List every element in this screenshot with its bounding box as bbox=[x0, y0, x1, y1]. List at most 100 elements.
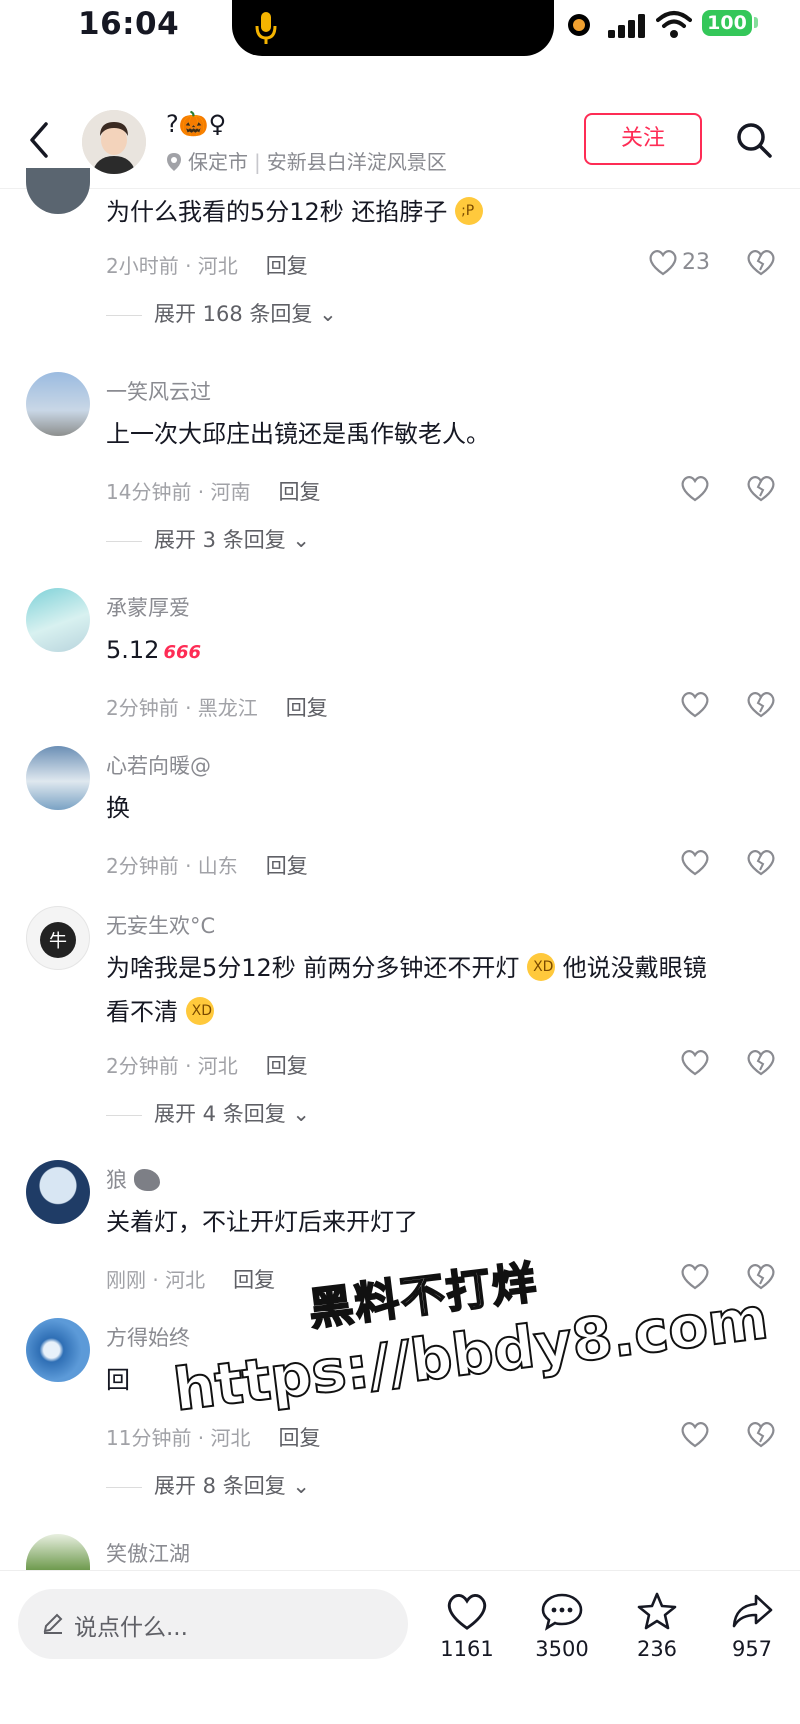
comment-meta: 11分钟前 · 河北 回复 bbox=[106, 1422, 321, 1452]
chevron-down-icon: ⌄ bbox=[292, 528, 311, 552]
reply-button[interactable]: 回复 bbox=[266, 854, 308, 878]
winking-tongue-emoji-icon: ;P bbox=[455, 197, 484, 225]
comment-username[interactable]: 一笑风云过 bbox=[106, 376, 211, 406]
666-badge: 666 bbox=[163, 642, 202, 663]
avatar-illustration bbox=[82, 110, 146, 174]
profile-header: ?🎃♀ 保定市 | 安新县白洋淀风景区 关注 bbox=[0, 98, 800, 190]
heart-outline-icon[interactable] bbox=[680, 848, 710, 876]
comment-text: 为什么我看的5分12秒 还掐脖子 ;P bbox=[106, 190, 770, 234]
ink-ox-avatar-icon: 牛 bbox=[40, 922, 76, 958]
heart-outline-icon[interactable] bbox=[680, 1048, 710, 1076]
comment-time: 11分钟前 · 河北 bbox=[106, 1426, 251, 1450]
profile-name: ?🎃♀ bbox=[166, 110, 227, 138]
location-pin-icon bbox=[167, 153, 181, 171]
pencil-icon bbox=[43, 1613, 63, 1634]
comment-text: 上一次大邱庄出镜还是禹作敏老人。 bbox=[106, 420, 490, 448]
share-count: 957 bbox=[731, 1637, 773, 1661]
share-button[interactable]: 957 bbox=[712, 1591, 792, 1661]
comment-meta: 2分钟前 · 黑龙江 回复 bbox=[106, 692, 328, 722]
heart-outline-icon bbox=[649, 250, 677, 276]
favorite-button[interactable]: 236 bbox=[617, 1591, 697, 1661]
comment-like-button[interactable]: 23 bbox=[648, 248, 710, 276]
cellular-signal-icon bbox=[608, 14, 645, 38]
reply-button[interactable]: 回复 bbox=[279, 1426, 321, 1450]
comment-username[interactable]: 笑傲江湖 bbox=[106, 1538, 190, 1568]
broken-heart-icon[interactable] bbox=[746, 1048, 776, 1076]
comment-avatar[interactable] bbox=[26, 746, 90, 810]
header-divider bbox=[0, 188, 800, 189]
like-button[interactable]: 1161 bbox=[427, 1591, 507, 1661]
reply-button[interactable]: 回复 bbox=[233, 1268, 275, 1292]
comment-text: 5.12 666 bbox=[106, 636, 202, 664]
expand-replies-button[interactable]: 展开 3 条回复 ⌄ bbox=[106, 524, 310, 554]
comment-input[interactable]: 说点什么... bbox=[18, 1589, 408, 1659]
broken-heart-icon[interactable] bbox=[746, 690, 776, 718]
comment-username[interactable]: 心若向暖@ bbox=[106, 750, 211, 780]
chevron-down-icon: ⌄ bbox=[292, 1102, 311, 1126]
comment-avatar[interactable] bbox=[26, 1318, 90, 1382]
follow-button[interactable]: 关注 bbox=[584, 113, 702, 165]
expand-replies-button[interactable]: 展开 8 条回复 ⌄ bbox=[106, 1470, 310, 1500]
comment-avatar[interactable] bbox=[26, 1534, 90, 1570]
comment-username[interactable]: 无妄生欢°C bbox=[106, 910, 215, 940]
comment-time: 2分钟前 · 山东 bbox=[106, 854, 238, 878]
comment-username[interactable]: 方得始终 bbox=[106, 1322, 190, 1352]
comment-meta: 刚刚 · 河北 回复 bbox=[106, 1264, 275, 1294]
comment-avatar[interactable] bbox=[26, 372, 90, 436]
back-arrow-icon[interactable] bbox=[26, 120, 52, 160]
battery-tip bbox=[754, 17, 758, 28]
svg-text:牛: 牛 bbox=[49, 931, 67, 952]
like-count: 1161 bbox=[440, 1637, 494, 1661]
share-arrow-icon bbox=[732, 1594, 773, 1628]
star-outline-icon bbox=[637, 1592, 677, 1630]
expand-replies-button[interactable]: 展开 168 条回复 ⌄ bbox=[106, 298, 337, 328]
comment-time: 刚刚 · 河北 bbox=[106, 1268, 206, 1292]
comment-username[interactable]: 狼 bbox=[106, 1164, 160, 1194]
heart-outline-icon[interactable] bbox=[680, 1262, 710, 1290]
location-city: 保定市 bbox=[188, 150, 248, 174]
reply-button[interactable]: 回复 bbox=[266, 254, 308, 278]
reply-button[interactable]: 回复 bbox=[286, 696, 328, 720]
comment-meta: 14分钟前 · 河南 回复 bbox=[106, 476, 321, 506]
favorite-count: 236 bbox=[636, 1637, 678, 1661]
battery-indicator: 100 bbox=[702, 10, 752, 36]
recording-indicator-icon bbox=[568, 14, 590, 36]
chevron-down-icon: ⌄ bbox=[319, 302, 337, 326]
comment-like-count: 23 bbox=[682, 249, 710, 275]
bottom-action-bar: 说点什么... 1161 3500 236 957 bbox=[0, 1570, 800, 1724]
location-detail: 安新县白洋淀风景区 bbox=[266, 150, 447, 174]
comment-text: 关着灯，不让开灯后来开灯了 bbox=[106, 1208, 418, 1236]
comment-avatar[interactable] bbox=[26, 1160, 90, 1224]
broken-heart-icon[interactable] bbox=[746, 1420, 776, 1448]
comment-meta: 2分钟前 · 河北 回复 bbox=[106, 1050, 308, 1080]
comment-avatar[interactable] bbox=[26, 588, 90, 652]
reply-button[interactable]: 回复 bbox=[279, 480, 321, 504]
comment-avatar[interactable] bbox=[26, 168, 90, 214]
comment-text: 换 bbox=[106, 794, 130, 822]
comment-time: 2分钟前 · 河北 bbox=[106, 1054, 238, 1078]
comment-time: 14分钟前 · 河南 bbox=[106, 480, 251, 504]
crying-laughing-emoji-icon: XD bbox=[527, 953, 556, 981]
heart-outline-icon[interactable] bbox=[680, 474, 710, 502]
broken-heart-icon[interactable] bbox=[746, 848, 776, 876]
location-separator: | bbox=[254, 150, 261, 174]
comment-meta: 2分钟前 · 山东 回复 bbox=[106, 850, 308, 880]
reply-button[interactable]: 回复 bbox=[266, 1054, 308, 1078]
comment-time: 2分钟前 · 黑龙江 bbox=[106, 696, 258, 720]
comment-username[interactable]: 承蒙厚爱 bbox=[106, 592, 190, 622]
avatar[interactable] bbox=[82, 110, 146, 174]
broken-heart-icon[interactable] bbox=[746, 474, 776, 502]
search-icon[interactable] bbox=[734, 120, 774, 160]
comment-meta: 2小时前 · 河北 回复 bbox=[106, 250, 308, 280]
profile-location: 保定市 | 安新县白洋淀风景区 bbox=[166, 146, 447, 175]
comment-avatar[interactable]: 牛 bbox=[26, 906, 90, 970]
heart-outline-icon[interactable] bbox=[680, 1420, 710, 1448]
speech-bubble-icon bbox=[541, 1593, 583, 1631]
microphone-icon bbox=[255, 12, 277, 44]
status-bar: 16:04 100 bbox=[0, 0, 800, 60]
broken-heart-icon[interactable] bbox=[746, 248, 776, 276]
heart-outline-icon[interactable] bbox=[680, 690, 710, 718]
comment-button[interactable]: 3500 bbox=[522, 1591, 602, 1661]
expand-replies-button[interactable]: 展开 4 条回复 ⌄ bbox=[106, 1098, 310, 1128]
comment-text: 为啥我是5分12秒 前两分多钟还不开灯 XD 他说没戴眼镜 看不清 XD bbox=[106, 953, 707, 1026]
